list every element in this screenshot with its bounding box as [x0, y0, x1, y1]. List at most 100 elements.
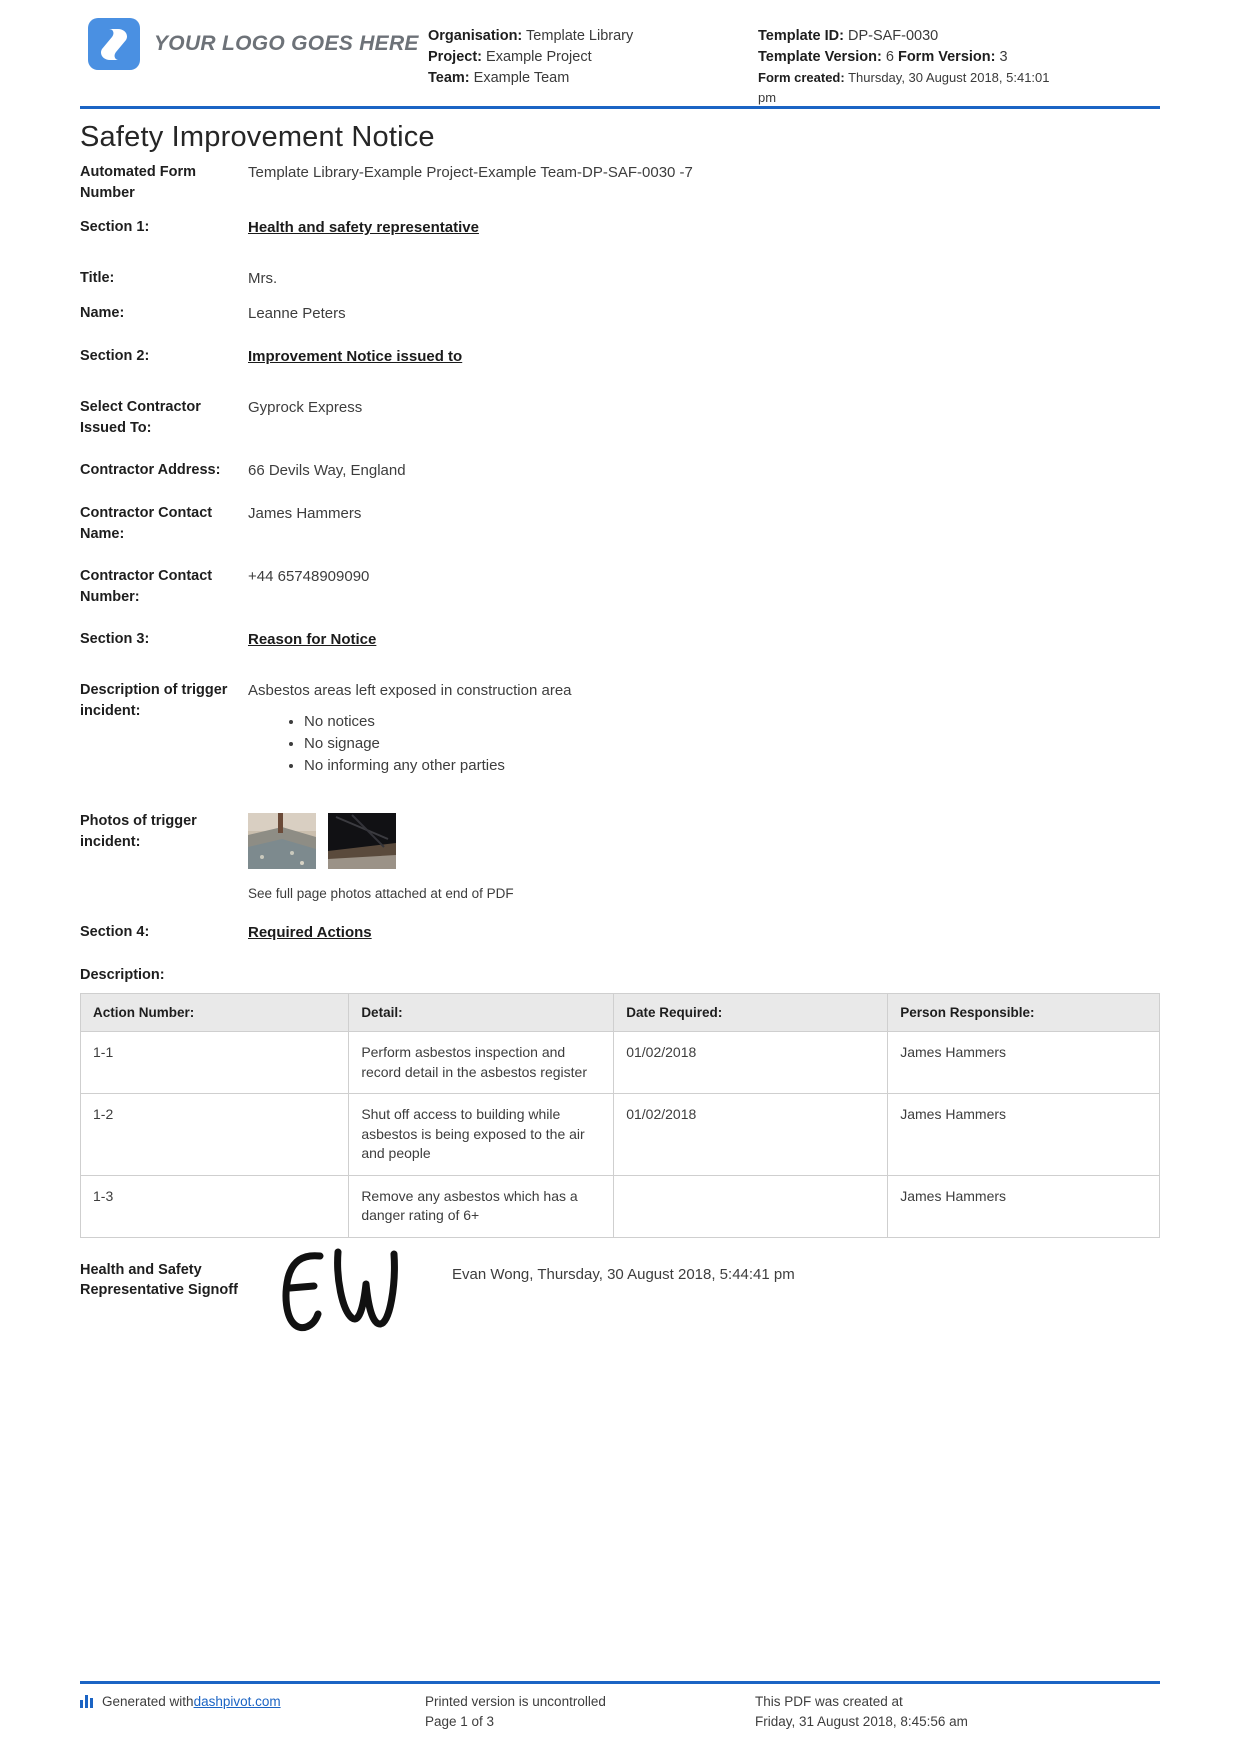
field-contractor-contact-name: Contractor Contact Name: James Hammers — [80, 503, 1160, 544]
section-3-label: Section 3: — [80, 631, 150, 647]
contractor-select-label: Select Contractor Issued To: — [80, 399, 201, 436]
section-3-row: Section 3: Reason for Notice — [80, 629, 1160, 650]
meta-project: Project: Example Project — [428, 47, 758, 67]
column-header-action-number: Action Number: — [79, 993, 350, 1032]
meta-versions: Template Version: 6 Form Version: 3 — [758, 47, 1058, 67]
meta-project-value: Example Project — [486, 49, 592, 65]
required-actions-table: Action Number: Detail: Date Required: Pe… — [79, 993, 1160, 1238]
cell-date-required: 01/02/2018 — [613, 1031, 889, 1094]
meta-template-version-value: 6 — [885, 49, 894, 65]
company-logo-icon — [88, 18, 140, 70]
photos-value-block: See full page photos attached at end of … — [248, 811, 1160, 904]
header-meta-right: Template ID: DP-SAF-0030 Template Versio… — [758, 18, 1058, 109]
contractor-select-value: Gyprock Express — [248, 399, 363, 416]
meta-project-label: Project: — [428, 49, 482, 65]
table-row: 1-1 Perform asbestos inspection and reco… — [79, 1031, 1160, 1094]
trigger-bullet-list: No notices No signage No informing any o… — [248, 711, 1160, 776]
field-title: Title: Mrs. — [80, 268, 1160, 289]
meta-team-label: Team: — [428, 70, 470, 86]
footer-print-info: Printed version is uncontrolled Page 1 o… — [425, 1692, 755, 1732]
section-1-title: Health and safety representative — [248, 219, 479, 236]
photo-thumbnail-strip — [248, 813, 1160, 869]
document-page: YOUR LOGO GOES HERE Organisation: Templa… — [0, 0, 1240, 1754]
section-1-label: Section 1: — [80, 219, 150, 235]
section-3-title: Reason for Notice — [248, 631, 377, 648]
field-contractor-select: Select Contractor Issued To: Gyprock Exp… — [80, 397, 1160, 438]
contractor-contact-name-label: Contractor Contact Name: — [80, 505, 213, 542]
footer-printed-notice: Printed version is uncontrolled — [425, 1694, 606, 1709]
meta-organisation: Organisation: Template Library — [428, 26, 758, 46]
cell-date-required: 01/02/2018 — [613, 1093, 889, 1176]
description-label: Description: — [80, 967, 165, 983]
contractor-address-label: Contractor Address: — [80, 462, 221, 478]
meta-form-created-label: Form created: — [758, 70, 845, 85]
meta-form-version-value: 3 — [999, 49, 1008, 65]
meta-team: Team: Example Team — [428, 68, 758, 88]
column-header-date-required: Date Required: — [613, 993, 889, 1032]
footer-pdf-created: This PDF was created at Friday, 31 Augus… — [755, 1692, 1160, 1732]
document-body: Safety Improvement Notice Automated Form… — [0, 121, 1240, 1344]
cell-action-number: 1-2 — [79, 1093, 350, 1176]
field-name: Name: Leanne Peters — [80, 303, 1160, 324]
title-label: Title: — [80, 270, 115, 286]
photo-thumbnail[interactable] — [248, 813, 316, 869]
contractor-contact-number-label: Contractor Contact Number: — [80, 568, 213, 605]
meta-template-id-label: Template ID: — [758, 28, 844, 44]
section-4-row: Section 4: Required Actions — [80, 922, 1160, 943]
contractor-contact-name-value: James Hammers — [248, 505, 362, 522]
meta-organisation-value: Template Library — [526, 28, 634, 44]
list-item: No notices — [304, 711, 1160, 732]
page-title: Safety Improvement Notice — [80, 121, 435, 153]
section-4-label: Section 4: — [80, 924, 150, 940]
table-row: 1-3 Remove any asbestos which has a dang… — [79, 1174, 1160, 1238]
contractor-address-value: 66 Devils Way, England — [248, 462, 406, 479]
cell-person-responsible: James Hammers — [887, 1093, 1160, 1176]
section-2-row: Section 2: Improvement Notice issued to — [80, 346, 1160, 367]
meta-template-id: Template ID: DP-SAF-0030 — [758, 26, 1058, 46]
cell-action-number: 1-1 — [79, 1031, 350, 1094]
footer-pdf-created-label: This PDF was created at — [755, 1694, 903, 1709]
signature-image — [272, 1244, 452, 1344]
column-header-person-responsible: Person Responsible: — [887, 993, 1160, 1032]
signoff-value: Evan Wong, Thursday, 30 August 2018, 5:4… — [452, 1265, 795, 1283]
field-photos: Photos of trigger incident: See full pag… — [80, 811, 1160, 904]
photo-thumbnail[interactable] — [328, 813, 396, 869]
field-contractor-contact-number: Contractor Contact Number: +44 657489090… — [80, 566, 1160, 607]
section-1-row: Section 1: Health and safety representat… — [80, 217, 1160, 238]
contractor-contact-number-value: +44 65748909090 — [248, 568, 370, 585]
footer-divider — [80, 1681, 1160, 1684]
meta-form-version-label: Form Version: — [897, 49, 996, 65]
name-value: Leanne Peters — [248, 305, 346, 322]
cell-action-number: 1-3 — [79, 1174, 350, 1238]
meta-organisation-label: Organisation: — [428, 28, 523, 44]
meta-template-version-label: Template Version: — [758, 49, 882, 65]
footer-generated-prefix: Generated with — [102, 1694, 194, 1709]
list-item: No signage — [304, 733, 1160, 754]
logo-block: YOUR LOGO GOES HERE — [88, 18, 428, 70]
field-trigger-description: Description of trigger incident: Asbesto… — [80, 680, 1160, 777]
cell-person-responsible: James Hammers — [887, 1031, 1160, 1094]
table-row: 1-2 Shut off access to building while as… — [79, 1093, 1160, 1176]
logo-text: YOUR LOGO GOES HERE — [154, 32, 419, 55]
trigger-description-text: Asbestos areas left exposed in construct… — [248, 682, 572, 699]
cell-detail: Remove any asbestos which has a danger r… — [348, 1174, 615, 1238]
field-automated-form-number: Automated Form Number Template Library-E… — [80, 162, 1160, 203]
meta-template-id-value: DP-SAF-0030 — [847, 28, 939, 44]
list-item: No informing any other parties — [304, 755, 1160, 776]
meta-team-value: Example Team — [473, 70, 570, 86]
photos-caption: See full page photos attached at end of … — [248, 886, 514, 901]
cell-person-responsible: James Hammers — [887, 1174, 1160, 1238]
dashpivot-link[interactable]: dashpivot.com — [194, 1692, 281, 1712]
name-label: Name: — [80, 305, 125, 321]
document-footer: Generated with dashpivot.com Printed ver… — [80, 1692, 1160, 1732]
meta-form-created: Form created: Thursday, 30 August 2018, … — [758, 68, 1058, 108]
automated-form-number-value: Template Library-Example Project-Example… — [248, 164, 693, 181]
table-header-row: Action Number: Detail: Date Required: Pe… — [79, 993, 1160, 1032]
section-4-title: Required Actions — [248, 924, 372, 941]
footer-generated-with: Generated with dashpivot.com — [80, 1692, 425, 1732]
title-value: Mrs. — [248, 270, 278, 287]
cell-detail: Shut off access to building while asbest… — [348, 1093, 615, 1176]
signoff-row: Health and Safety Representative Signoff… — [80, 1248, 1160, 1344]
automated-form-number-label: Automated Form Number — [80, 164, 196, 201]
cell-date-required — [613, 1174, 889, 1238]
